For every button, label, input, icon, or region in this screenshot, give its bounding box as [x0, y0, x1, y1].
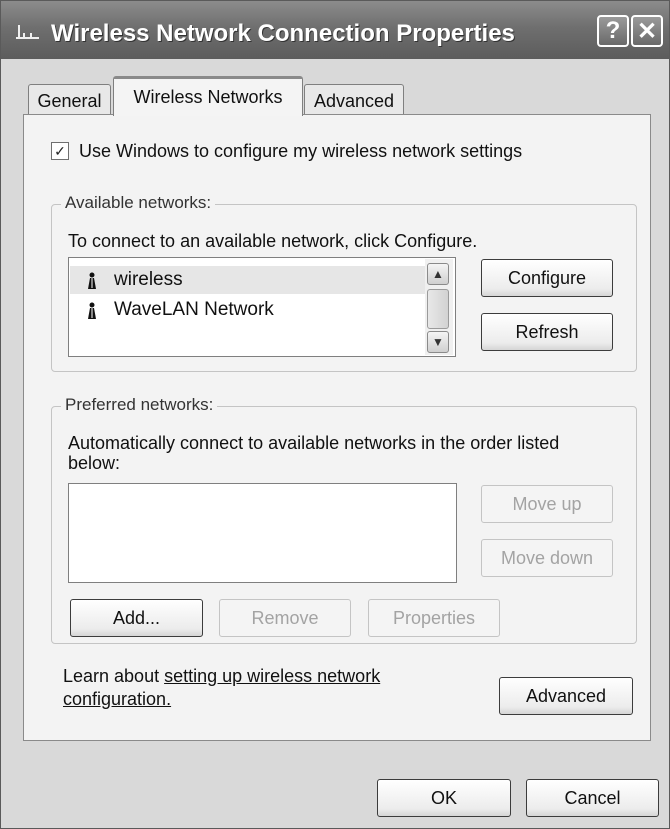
ok-button[interactable]: OK — [377, 779, 511, 817]
remove-button[interactable]: Remove — [219, 599, 351, 637]
antenna-icon — [88, 302, 96, 319]
configure-button[interactable]: Configure — [481, 259, 613, 297]
move-up-button[interactable]: Move up — [481, 485, 613, 523]
add-button[interactable]: Add... — [70, 599, 203, 637]
setup-help-link[interactable]: setting up wireless network — [164, 666, 380, 686]
network-connection-icon — [16, 25, 39, 39]
refresh-button[interactable]: Refresh — [481, 313, 613, 351]
advanced-button[interactable]: Advanced — [499, 677, 633, 715]
tab-general[interactable]: General — [28, 84, 111, 115]
properties-dialog: Wireless Network Connection Properties ?… — [0, 0, 670, 829]
properties-button[interactable]: Properties — [368, 599, 500, 637]
use-windows-checkbox[interactable]: ✓ — [51, 142, 69, 160]
learn-about-text: Learn about setting up wireless network … — [63, 665, 380, 711]
learn-about-prefix: Learn about — [63, 666, 165, 686]
network-name: WaveLAN Network — [114, 299, 274, 320]
title-bar[interactable]: Wireless Network Connection Properties ?… — [1, 1, 669, 59]
tab-wireless-networks[interactable]: Wireless Networks — [113, 76, 303, 116]
scroll-thumb[interactable] — [427, 289, 449, 329]
tab-advanced[interactable]: Advanced — [304, 84, 404, 115]
available-networks-title: Available networks: — [61, 193, 216, 213]
window-title: Wireless Network Connection Properties — [51, 20, 515, 47]
preferred-networks-description: Automatically connect to available netwo… — [68, 433, 560, 473]
preferred-networks-list[interactable] — [68, 483, 457, 583]
list-item-wireless[interactable]: wireless — [70, 266, 426, 294]
scroll-up-icon[interactable]: ▲ — [427, 263, 449, 285]
preferred-networks-title: Preferred networks: — [61, 395, 218, 415]
cancel-button[interactable]: Cancel — [526, 779, 659, 817]
use-windows-label[interactable]: Use Windows to configure my wireless net… — [79, 141, 522, 162]
help-button[interactable]: ? — [597, 15, 629, 47]
available-networks-list[interactable]: wireless WaveLAN Network — [68, 257, 456, 357]
move-down-button[interactable]: Move down — [481, 539, 613, 577]
network-name: wireless — [114, 269, 183, 290]
available-networks-hint: To connect to an available network, clic… — [68, 231, 478, 251]
list-item-wavelan[interactable]: WaveLAN Network — [70, 296, 426, 324]
close-button[interactable]: ✕ — [631, 15, 663, 47]
list-scrollbar[interactable]: ▲ ▼ — [425, 259, 453, 355]
setup-help-link-continued[interactable]: configuration. — [63, 689, 171, 709]
scroll-down-icon[interactable]: ▼ — [427, 331, 449, 353]
antenna-icon — [88, 272, 96, 289]
